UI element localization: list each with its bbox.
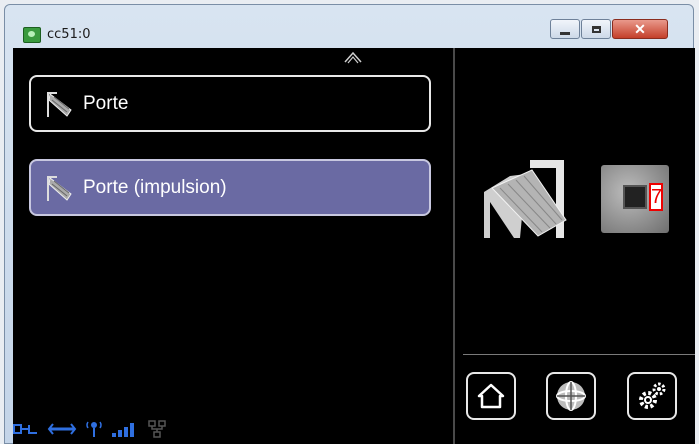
list-item-porte[interactable]: Porte xyxy=(29,75,431,132)
list-item-porte-impulsion[interactable]: Porte (impulsion) xyxy=(29,159,431,216)
window-title: cc51:0 xyxy=(47,27,91,42)
module-number: 7 xyxy=(649,183,663,211)
device-screen: Porte Porte (impulsion) 7 xyxy=(13,48,695,444)
network-button[interactable] xyxy=(546,372,596,420)
close-icon: ✕ xyxy=(634,20,646,37)
module-tile[interactable]: 7 xyxy=(601,165,669,233)
network-sphere-icon xyxy=(556,381,586,411)
antenna-icon xyxy=(86,421,102,437)
title-bar[interactable]: cc51:0 ✕ xyxy=(5,5,693,51)
maximize-button[interactable] xyxy=(581,19,611,39)
minimize-icon xyxy=(560,31,570,35)
lan-icon xyxy=(148,420,166,438)
door-icon xyxy=(47,91,72,117)
signal-bars-icon xyxy=(112,423,134,437)
link-icon xyxy=(47,423,77,435)
door-icon xyxy=(47,175,72,201)
module-chip-icon xyxy=(623,185,647,209)
list-item-label: Porte xyxy=(83,92,129,114)
close-button[interactable]: ✕ xyxy=(612,19,668,39)
home-icon xyxy=(477,383,505,409)
status-bar xyxy=(13,414,175,444)
panel-divider xyxy=(453,48,455,444)
app-icon xyxy=(23,27,41,43)
nav-divider xyxy=(463,354,695,355)
minimize-button[interactable] xyxy=(550,19,580,39)
settings-button[interactable] xyxy=(627,372,677,420)
home-button[interactable] xyxy=(466,372,516,420)
maximize-icon xyxy=(591,25,601,33)
gears-icon xyxy=(639,382,666,409)
list-item-label: Porte (impulsion) xyxy=(83,176,227,198)
garage-door-icon xyxy=(484,160,567,238)
chevron-up-icon[interactable] xyxy=(343,50,363,64)
plug-icon xyxy=(13,424,37,434)
